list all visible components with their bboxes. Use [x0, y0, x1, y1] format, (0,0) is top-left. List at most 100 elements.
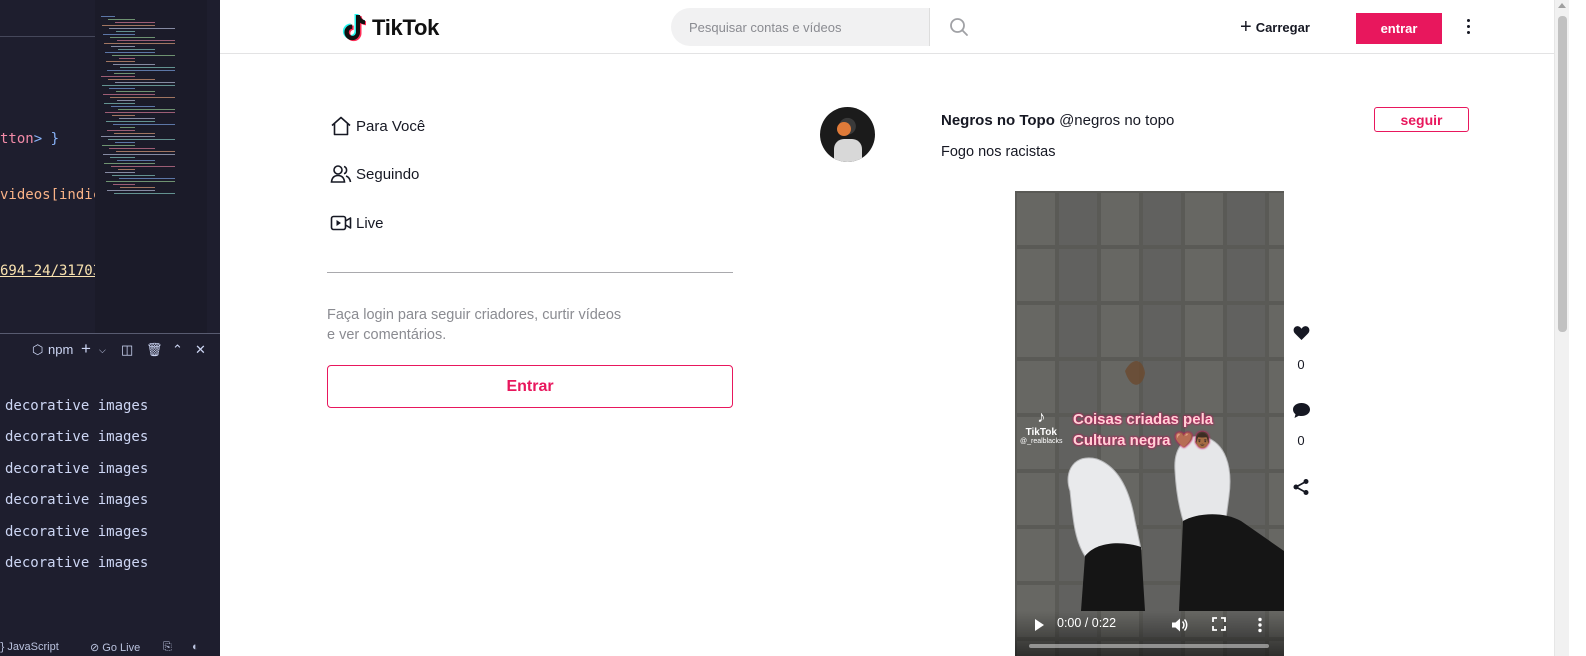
- sidebar-item-label: Para Você: [356, 117, 426, 135]
- watermark-text: TikTok: [1025, 427, 1057, 438]
- panel-divider: [0, 333, 220, 334]
- minimap-line: [111, 46, 135, 47]
- minimap-line: [103, 154, 175, 155]
- upload-button[interactable]: + Carregar: [1240, 13, 1310, 41]
- minimap-line: [101, 76, 135, 77]
- like-count: 0: [1297, 357, 1305, 372]
- sidebar-item-label: Live: [356, 214, 384, 232]
- tiktok-page: TikTok + Carregar entrar Para Você: [220, 0, 1554, 656]
- status-golive[interactable]: ⊘ Go Live: [90, 641, 140, 654]
- video-overlay-text: Coisas criadas pela Cultura negra 🤎👨🏾: [1073, 409, 1213, 451]
- terminal-tab[interactable]: npm: [48, 342, 73, 357]
- home-icon: [331, 116, 351, 136]
- page-scrollbar[interactable]: [1554, 0, 1569, 656]
- split-terminal-icon[interactable]: ◫: [121, 342, 133, 358]
- new-terminal-icon[interactable]: +: [81, 339, 91, 359]
- video-progress-bar[interactable]: [1029, 644, 1269, 648]
- code-token: 694-24/31703: [0, 263, 102, 279]
- minimap-line: [109, 148, 155, 149]
- minimap-line: [116, 151, 175, 152]
- code-editor-window: tton> } videos[indic 694-24/31703 ⬡ npm …: [0, 0, 220, 656]
- tiktok-logo[interactable]: TikTok: [340, 12, 439, 44]
- minimap-line: [103, 34, 135, 35]
- editor-minimap[interactable]: [95, 0, 207, 333]
- feedback-icon[interactable]: ◐: [192, 641, 199, 653]
- volume-icon[interactable]: [1170, 616, 1188, 634]
- tiktok-note-icon: ♪: [1037, 409, 1046, 426]
- terminal-icon: ⬡: [32, 342, 44, 357]
- follow-button[interactable]: seguir: [1374, 107, 1469, 132]
- fullscreen-icon[interactable]: [1212, 617, 1226, 631]
- trash-icon[interactable]: 🗑: [146, 342, 163, 358]
- author-handle[interactable]: @negros no topo: [1059, 112, 1174, 129]
- logo-text: TikTok: [372, 15, 440, 40]
- sidebar-login-button[interactable]: Entrar: [327, 365, 733, 408]
- minimap-line: [106, 121, 155, 122]
- video-more-icon[interactable]: [1257, 617, 1263, 633]
- code-pane[interactable]: tton> } videos[indic 694-24/31703: [0, 0, 220, 333]
- minimap-line: [102, 25, 155, 26]
- minimap-line: [112, 115, 135, 116]
- upload-label: Carregar: [1255, 19, 1310, 35]
- code-token: tton: [0, 131, 34, 147]
- minimap-line: [105, 52, 155, 53]
- minimap-line: [102, 85, 175, 86]
- users-icon: [330, 165, 352, 183]
- minimap-line: [110, 97, 175, 98]
- minimap-line: [115, 82, 175, 83]
- minimap-line: [118, 109, 175, 110]
- code-line[interactable]: 694-24/31703: [0, 263, 101, 279]
- more-options-icon[interactable]: [1458, 14, 1478, 38]
- author-name[interactable]: Negros no Topo: [941, 112, 1055, 129]
- login-prompt-text: Faça login para seguir criadores, curtir…: [327, 307, 622, 343]
- minimap-line: [120, 127, 135, 128]
- like-button[interactable]: [1288, 325, 1314, 341]
- minimap-line: [113, 124, 175, 125]
- minimap-line: [110, 157, 135, 158]
- chevron-up-icon[interactable]: ⌃: [172, 342, 183, 358]
- minimap-line: [108, 79, 155, 80]
- share-button[interactable]: [1288, 478, 1314, 496]
- scroll-thumb[interactable]: [1558, 16, 1567, 332]
- minimap-line: [101, 136, 155, 137]
- terminal-line: decorative images: [5, 492, 149, 508]
- avatar[interactable]: [820, 107, 875, 162]
- minimap-line: [117, 160, 155, 161]
- terminal-line: decorative images: [5, 555, 149, 571]
- minimap-line: [112, 175, 155, 176]
- search-button[interactable]: [929, 8, 987, 46]
- chevron-down-icon[interactable]: ⌵: [99, 345, 106, 356]
- editor-status-bar: {} JavaScript ⊘ Go Live ⎘ ◐: [0, 640, 220, 656]
- status-language[interactable]: {} JavaScript: [0, 641, 59, 653]
- close-icon[interactable]: ✕: [195, 342, 206, 358]
- code-line[interactable]: videos[indic: [0, 187, 101, 203]
- terminal-toolbar: ⬡ npm + ⌵ ◫ 🗑 ⌃ ✕: [0, 338, 220, 364]
- sidebar-item-for-you[interactable]: Para Você: [330, 112, 425, 140]
- search-input[interactable]: [671, 8, 911, 46]
- comment-button[interactable]: [1288, 402, 1314, 419]
- minimap-line: [111, 166, 175, 167]
- code-line[interactable]: tton> }: [0, 131, 59, 147]
- bell-icon[interactable]: ⎘: [163, 641, 172, 654]
- sidebar-item-live[interactable]: Live: [330, 209, 384, 237]
- minimap-line: [117, 40, 175, 41]
- minimap-line: [113, 184, 135, 185]
- minimap-line: [105, 172, 135, 173]
- video-time: 0:00 / 0:22: [1057, 616, 1117, 630]
- scroll-up-icon[interactable]: [1558, 3, 1566, 8]
- minimap-line: [114, 133, 155, 134]
- video-player[interactable]: ♪ TikTok @_realblacks Coisas criadas pel…: [1015, 191, 1284, 656]
- minimap-line: [115, 22, 155, 23]
- header-login-button[interactable]: entrar: [1356, 13, 1442, 44]
- minimap-line: [108, 139, 175, 140]
- video-controls: 0:00 / 0:22: [1015, 611, 1284, 656]
- editor-divider: [0, 36, 95, 37]
- comment-count: 0: [1297, 433, 1305, 448]
- minimap-line: [102, 145, 135, 146]
- minimap-line: [109, 28, 175, 29]
- minimap-line: [112, 55, 175, 56]
- minimap-line: [115, 142, 135, 143]
- play-icon[interactable]: [1032, 618, 1046, 632]
- sidebar-item-following[interactable]: Seguindo: [330, 160, 419, 188]
- minimap-line: [104, 43, 175, 44]
